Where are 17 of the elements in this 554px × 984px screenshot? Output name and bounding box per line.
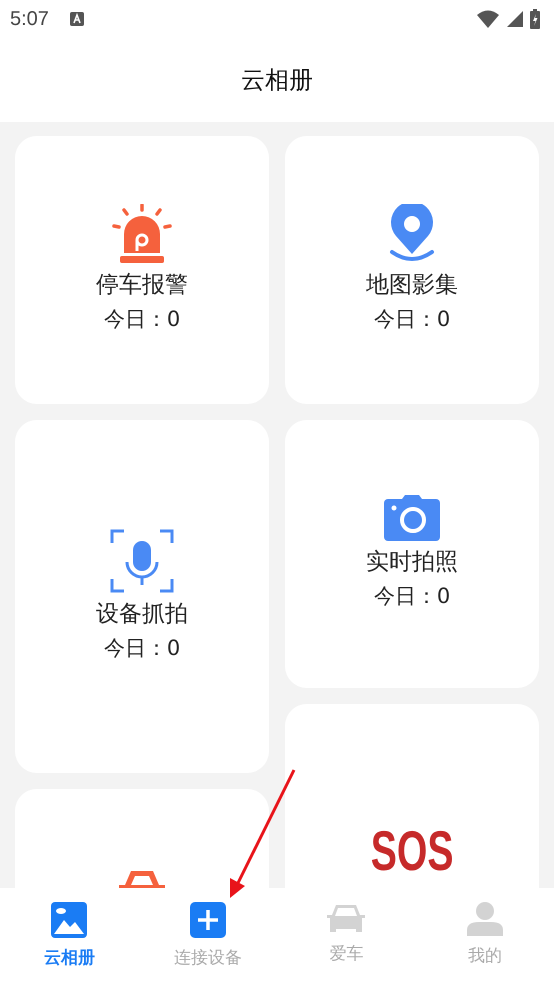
card-label: 地图影集 bbox=[366, 271, 458, 300]
category-card[interactable]: 停车报警 今日：0 bbox=[15, 136, 269, 404]
status-time: 5:07 bbox=[10, 8, 49, 30]
card-label: 设备抓拍 bbox=[96, 600, 188, 628]
category-card[interactable]: SOS bbox=[285, 704, 539, 888]
today-count: 今日：0 bbox=[374, 583, 450, 610]
nav-tab[interactable]: 云相册 bbox=[0, 888, 138, 984]
card-label: 实时拍照 bbox=[366, 548, 458, 577]
today-count: 今日：0 bbox=[104, 306, 180, 333]
card-label: 停车报警 bbox=[96, 271, 188, 300]
today-count: 今日：0 bbox=[104, 634, 180, 662]
category-card[interactable]: 设备抓拍 今日：0 bbox=[15, 420, 269, 773]
category-card[interactable]: 地图影集 今日：0 bbox=[285, 136, 539, 404]
today-count: 今日：0 bbox=[374, 306, 450, 333]
page-title: 云相册 bbox=[241, 65, 313, 96]
sos-logo: SOS bbox=[370, 818, 454, 882]
category-card[interactable]: 实时拍照 今日：0 bbox=[285, 420, 539, 688]
